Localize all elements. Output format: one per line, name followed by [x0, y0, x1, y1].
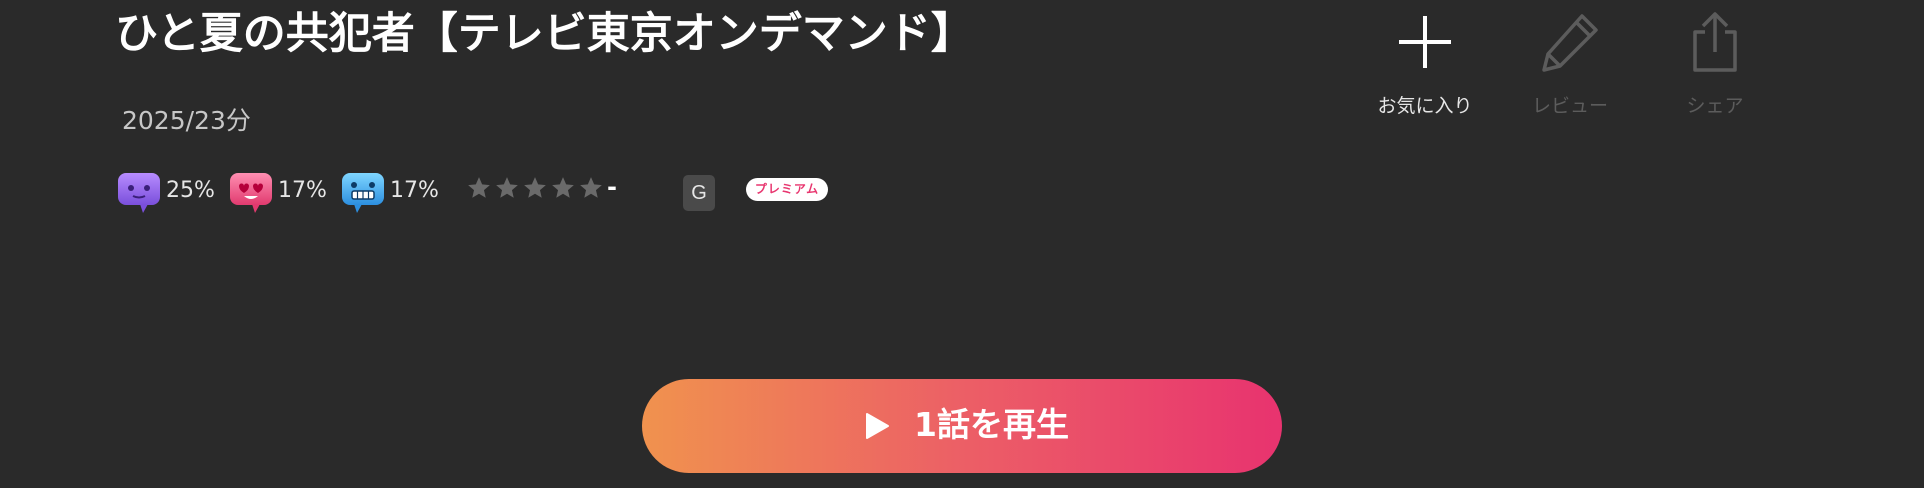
grimace-speech-bubble-icon: [342, 173, 384, 213]
pencil-icon: [1542, 14, 1598, 72]
rating-score: -: [607, 173, 617, 201]
star-rating: [466, 175, 646, 205]
star-icon: [496, 177, 518, 198]
favorite-label: お気に入り: [1377, 95, 1473, 117]
purple-face-speech-bubble-icon: [118, 173, 160, 213]
release-year-duration: 2025/23分: [122, 106, 251, 135]
play-icon: [866, 413, 889, 439]
reaction-percent: 17%: [278, 178, 327, 203]
reaction-percent: 25%: [166, 178, 215, 203]
star-icon: [468, 177, 490, 198]
plus-icon: [1399, 16, 1451, 68]
star-icon: [552, 177, 574, 198]
share-label: シェア: [1686, 95, 1744, 117]
badge-row: 25% 17% 17% - G プレミアム: [116, 167, 856, 215]
share-icon: [1693, 12, 1737, 72]
play-episode-button[interactable]: 1話を再生: [642, 379, 1282, 473]
review-label: レビュー: [1531, 95, 1608, 117]
premium-badge: プレミアム: [746, 178, 828, 201]
age-rating-badge: G: [683, 175, 715, 211]
star-icon: [524, 177, 546, 198]
share-button[interactable]: シェア: [1650, 8, 1780, 128]
page-title: ひと夏の共犯者【テレビ東京オンデマンド】: [115, 9, 974, 59]
review-button[interactable]: レビュー: [1505, 8, 1635, 128]
reaction-percent: 17%: [390, 178, 439, 203]
play-button-label: 1話を再生: [914, 405, 1069, 444]
star-icon: [580, 177, 602, 198]
favorite-button[interactable]: お気に入り: [1360, 8, 1490, 128]
action-buttons: お気に入り レビュー シェア: [1360, 8, 1760, 128]
heart-eyes-speech-bubble-icon: [230, 173, 272, 213]
